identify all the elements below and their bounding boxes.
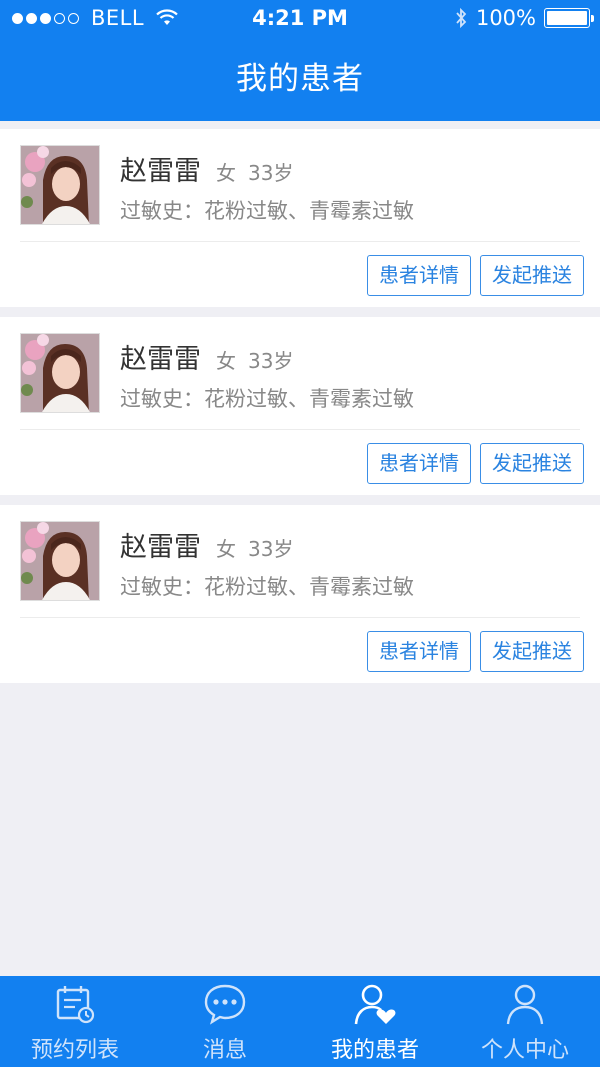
send-push-button[interactable]: 发起推送 <box>480 443 584 484</box>
bluetooth-icon <box>456 7 467 29</box>
calendar-icon <box>56 986 95 1024</box>
patient-card: 赵雷雷 女 33岁 过敏史：花粉过敏、青霉素过敏 患者详情 发起推送 <box>0 317 600 495</box>
tab-label: 我的患者 <box>330 1038 419 1063</box>
bottom-tab-bar: 预约列表 消息 我的患者 个人中心 <box>0 976 600 1067</box>
tab-appointments[interactable]: 预约列表 <box>0 976 150 1067</box>
patient-detail-button[interactable]: 患者详情 <box>367 255 471 296</box>
patient-age: 33岁 <box>248 349 294 373</box>
status-right: 100% <box>454 6 594 30</box>
send-push-button[interactable]: 发起推送 <box>480 255 584 296</box>
tab-profile[interactable]: 个人中心 <box>450 976 600 1067</box>
patient-detail-button[interactable]: 患者详情 <box>367 631 471 672</box>
patient-list: 赵雷雷 女 33岁 过敏史：花粉过敏、青霉素过敏 患者详情 发起推送 赵雷雷 女… <box>0 129 600 693</box>
tab-label: 个人中心 <box>480 1038 569 1063</box>
patient-gender: 女 <box>216 161 236 185</box>
patient-name: 赵雷雷 <box>120 156 201 187</box>
tab-my-patients[interactable]: 我的患者 <box>300 976 450 1067</box>
patient-age: 33岁 <box>248 537 294 561</box>
tab-messages[interactable]: 消息 <box>150 976 300 1067</box>
patient-detail-button[interactable]: 患者详情 <box>367 443 471 484</box>
patient-avatar <box>20 521 100 601</box>
status-bar: BELL 4:21 PM 100% <box>0 0 600 40</box>
patient-card: 赵雷雷 女 33岁 过敏史：花粉过敏、青霉素过敏 患者详情 发起推送 <box>0 505 600 683</box>
chat-bubble-icon <box>204 984 246 1025</box>
patient-name: 赵雷雷 <box>120 344 201 375</box>
divider <box>20 429 580 430</box>
patient-allergy: 过敏史：花粉过敏、青霉素过敏 <box>120 199 414 223</box>
patient-age: 33岁 <box>248 161 294 185</box>
battery-icon <box>544 8 594 28</box>
patient-avatar <box>20 333 100 413</box>
patient-heart-icon <box>354 984 396 1025</box>
patient-allergy: 过敏史：花粉过敏、青霉素过敏 <box>120 575 414 599</box>
patient-name: 赵雷雷 <box>120 532 201 563</box>
tab-label: 消息 <box>202 1038 247 1063</box>
patient-allergy: 过敏史：花粉过敏、青霉素过敏 <box>120 387 414 411</box>
send-push-button[interactable]: 发起推送 <box>480 631 584 672</box>
patient-gender: 女 <box>216 537 236 561</box>
patient-avatar <box>20 145 100 225</box>
divider <box>20 617 580 618</box>
patient-card: 赵雷雷 女 33岁 过敏史：花粉过敏、青霉素过敏 患者详情 发起推送 <box>0 129 600 307</box>
user-icon <box>506 984 544 1025</box>
divider <box>20 241 580 242</box>
battery-percent: 100% <box>475 6 536 30</box>
top-bar: BELL 4:21 PM 100% 我的患者 <box>0 0 600 121</box>
page-title: 我的患者 <box>236 61 364 97</box>
tab-label: 预约列表 <box>30 1038 119 1063</box>
patient-gender: 女 <box>216 349 236 373</box>
